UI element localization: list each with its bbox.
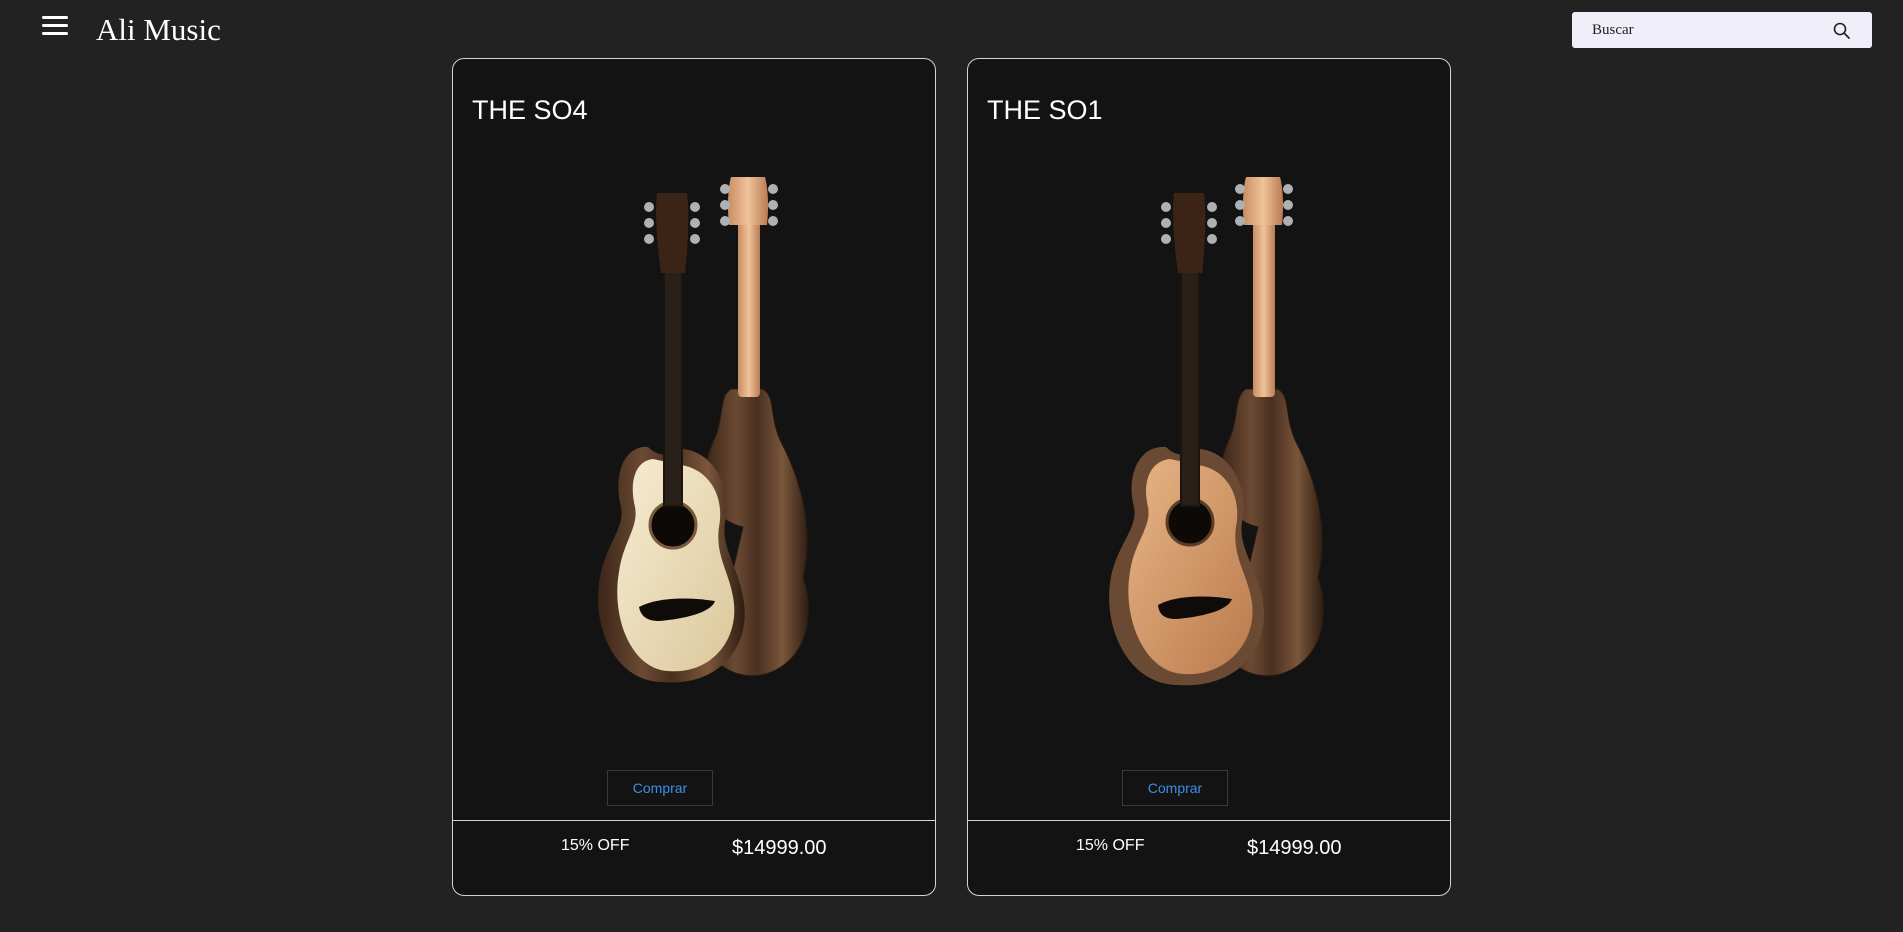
discount-label: 15% OFF — [561, 837, 630, 854]
top-bar: Ali Music — [0, 0, 1903, 58]
card-divider — [453, 820, 935, 821]
brand-logo-text[interactable]: Ali Music — [96, 10, 221, 50]
card-divider — [968, 820, 1450, 821]
product-title: THE SO1 — [987, 95, 1103, 125]
search-input[interactable] — [1572, 12, 1822, 48]
product-card: THE SO1 Comprar 15% OFF $14999.00 — [967, 58, 1451, 896]
product-card: THE SO4 Comprar 15% OFF $14999.00 — [452, 58, 936, 896]
hamburger-menu-icon[interactable] — [42, 16, 69, 38]
buy-button[interactable]: Comprar — [607, 770, 713, 806]
price-label: $14999.00 — [1247, 837, 1342, 859]
discount-label: 15% OFF — [1076, 837, 1145, 854]
guitar-image — [597, 177, 809, 683]
price-label: $14999.00 — [732, 837, 827, 859]
search-box — [1572, 12, 1872, 48]
search-icon[interactable] — [1833, 22, 1850, 39]
product-title: THE SO4 — [472, 95, 588, 125]
buy-button[interactable]: Comprar — [1122, 770, 1228, 806]
guitar-image — [1109, 177, 1324, 686]
